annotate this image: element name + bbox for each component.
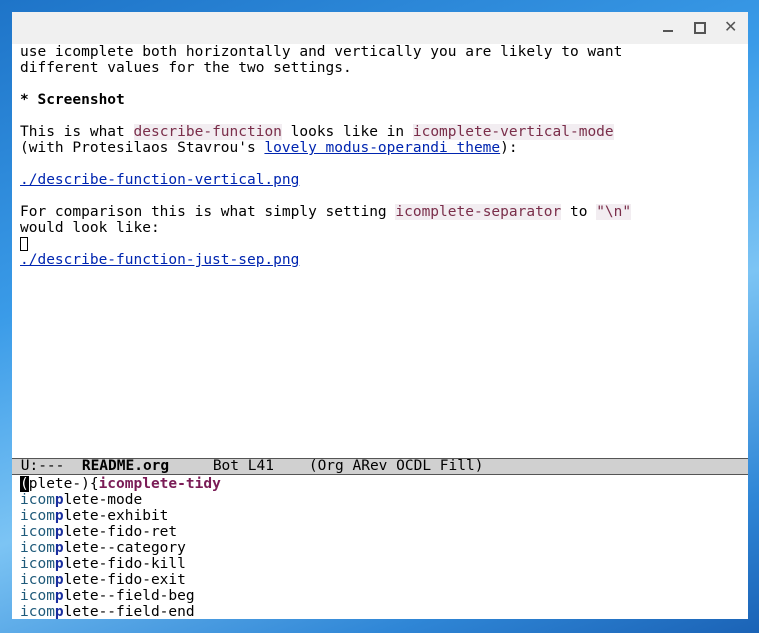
inline-code: icomplete-vertical-mode (412, 124, 614, 140)
buffer-line: For comparison this is what simply setti… (20, 204, 746, 220)
candidate-match: p (54, 588, 64, 604)
inline-code: icomplete-separator (395, 204, 562, 220)
buffer-line: ./describe-function-just-sep.png (20, 252, 746, 268)
cursor-line (20, 236, 746, 252)
candidate-match: p (54, 492, 64, 508)
candidate-rest: lete--field-end (63, 604, 195, 619)
completion-candidate[interactable]: icomplete-fido-exit (20, 572, 746, 588)
completion-candidate[interactable]: icomplete--field-beg (20, 588, 746, 604)
candidate-rest: lete-fido-ret (63, 524, 178, 540)
text: For comparison this is what simply setti… (20, 204, 396, 220)
candidate-match: p (54, 604, 64, 619)
image-link-just-sep[interactable]: ./describe-function-just-sep.png (20, 252, 299, 268)
candidate-prefix: icom (20, 572, 55, 588)
candidate-rest: lete-fido-exit (63, 572, 186, 588)
text-cursor (20, 237, 28, 251)
text: looks like in (281, 124, 413, 140)
completion-candidate[interactable]: icomplete-fido-ret (20, 524, 746, 540)
text: different values for the two settings. (20, 60, 352, 76)
candidate-match: p (54, 572, 64, 588)
minibuffer-input[interactable]: plete-) (29, 476, 90, 492)
buffer-line: different values for the two settings. (20, 60, 746, 76)
candidate-match: p (54, 556, 64, 572)
modeline-status: U:--- (12, 458, 74, 474)
candidate-rest: lete-fido-kill (63, 556, 186, 572)
buffer-line: (with Protesilaos Stavrou's lovely modus… (20, 140, 746, 156)
inline-code: describe-function (133, 124, 282, 140)
completion-candidate[interactable]: icomplete-fido-kill (20, 556, 746, 572)
buffer-line: use icomplete both horizontally and vert… (20, 44, 746, 60)
org-heading: * Screenshot (20, 92, 746, 108)
buffer-line: ./describe-function-vertical.png (20, 172, 746, 188)
minimize-icon (663, 30, 673, 32)
minibuffer-input-line[interactable]: (plete-){icomplete-tidy (20, 476, 746, 492)
modeline-position: Bot L41 (212, 458, 274, 474)
emacs-window: ✕ use icomplete both horizontally and ve… (12, 12, 748, 619)
maximize-button[interactable] (690, 18, 710, 38)
completion-candidates: icomplete-mode icomplete-exhibit icomplete… (20, 492, 746, 619)
text-buffer[interactable]: use icomplete both horizontally and vert… (20, 44, 746, 268)
mode-line: U:--- README.org Bot L41 (Org ARev OCDL … (12, 458, 748, 475)
candidate-match: p (54, 508, 64, 524)
candidate-rest: lete--category (63, 540, 186, 556)
completion-candidate[interactable]: icomplete-mode (20, 492, 746, 508)
close-icon: ✕ (724, 17, 738, 36)
completion-candidate[interactable]: icomplete-exhibit (20, 508, 746, 524)
candidate-prefix: icom (20, 540, 55, 556)
text: (with Protesilaos Stavrou's (20, 140, 265, 156)
theme-link[interactable]: lovely modus-operandi theme (264, 140, 500, 156)
text: to (561, 204, 597, 220)
text: would look like: (20, 220, 160, 236)
modeline-buffer-name[interactable]: README.org (82, 459, 169, 474)
inline-code: "\n" (596, 204, 632, 220)
close-button[interactable]: ✕ (722, 17, 742, 38)
minibuffer-cursor: ( (20, 476, 29, 492)
candidate-match: p (54, 540, 64, 556)
candidate-rest: lete--field-beg (63, 588, 195, 604)
buffer-line: This is what describe-function looks lik… (20, 124, 746, 140)
text: use icomplete both horizontally and vert… (20, 44, 623, 60)
selected-candidate[interactable]: icomplete-tidy (99, 476, 221, 492)
candidate-prefix: icom (20, 588, 55, 604)
minibuffer[interactable]: (plete-){icomplete-tidy icomplete-mode ic… (20, 476, 746, 619)
text: ): (500, 140, 518, 156)
candidate-prefix: icom (20, 508, 55, 524)
title-bar: ✕ (12, 12, 748, 44)
completion-candidate[interactable]: icomplete--category (20, 540, 746, 556)
candidate-prefix: icom (20, 492, 55, 508)
candidate-rest: lete-mode (63, 492, 143, 508)
buffer-line: would look like: (20, 220, 746, 236)
image-link-vertical[interactable]: ./describe-function-vertical.png (20, 172, 299, 188)
text: This is what (20, 124, 134, 140)
completion-candidate[interactable]: icomplete--field-end (20, 604, 746, 619)
candidate-match: p (54, 524, 64, 540)
candidate-prefix: icom (20, 524, 55, 540)
candidate-prefix: icom (20, 556, 55, 572)
maximize-icon (694, 22, 706, 34)
brace: { (89, 476, 99, 492)
candidate-rest: lete-exhibit (63, 508, 169, 524)
candidate-prefix: icom (20, 604, 55, 619)
heading-text: * Screenshot (20, 92, 125, 108)
modeline-modes[interactable]: (Org ARev OCDL Fill) (309, 459, 484, 474)
minimize-button[interactable] (658, 18, 678, 38)
